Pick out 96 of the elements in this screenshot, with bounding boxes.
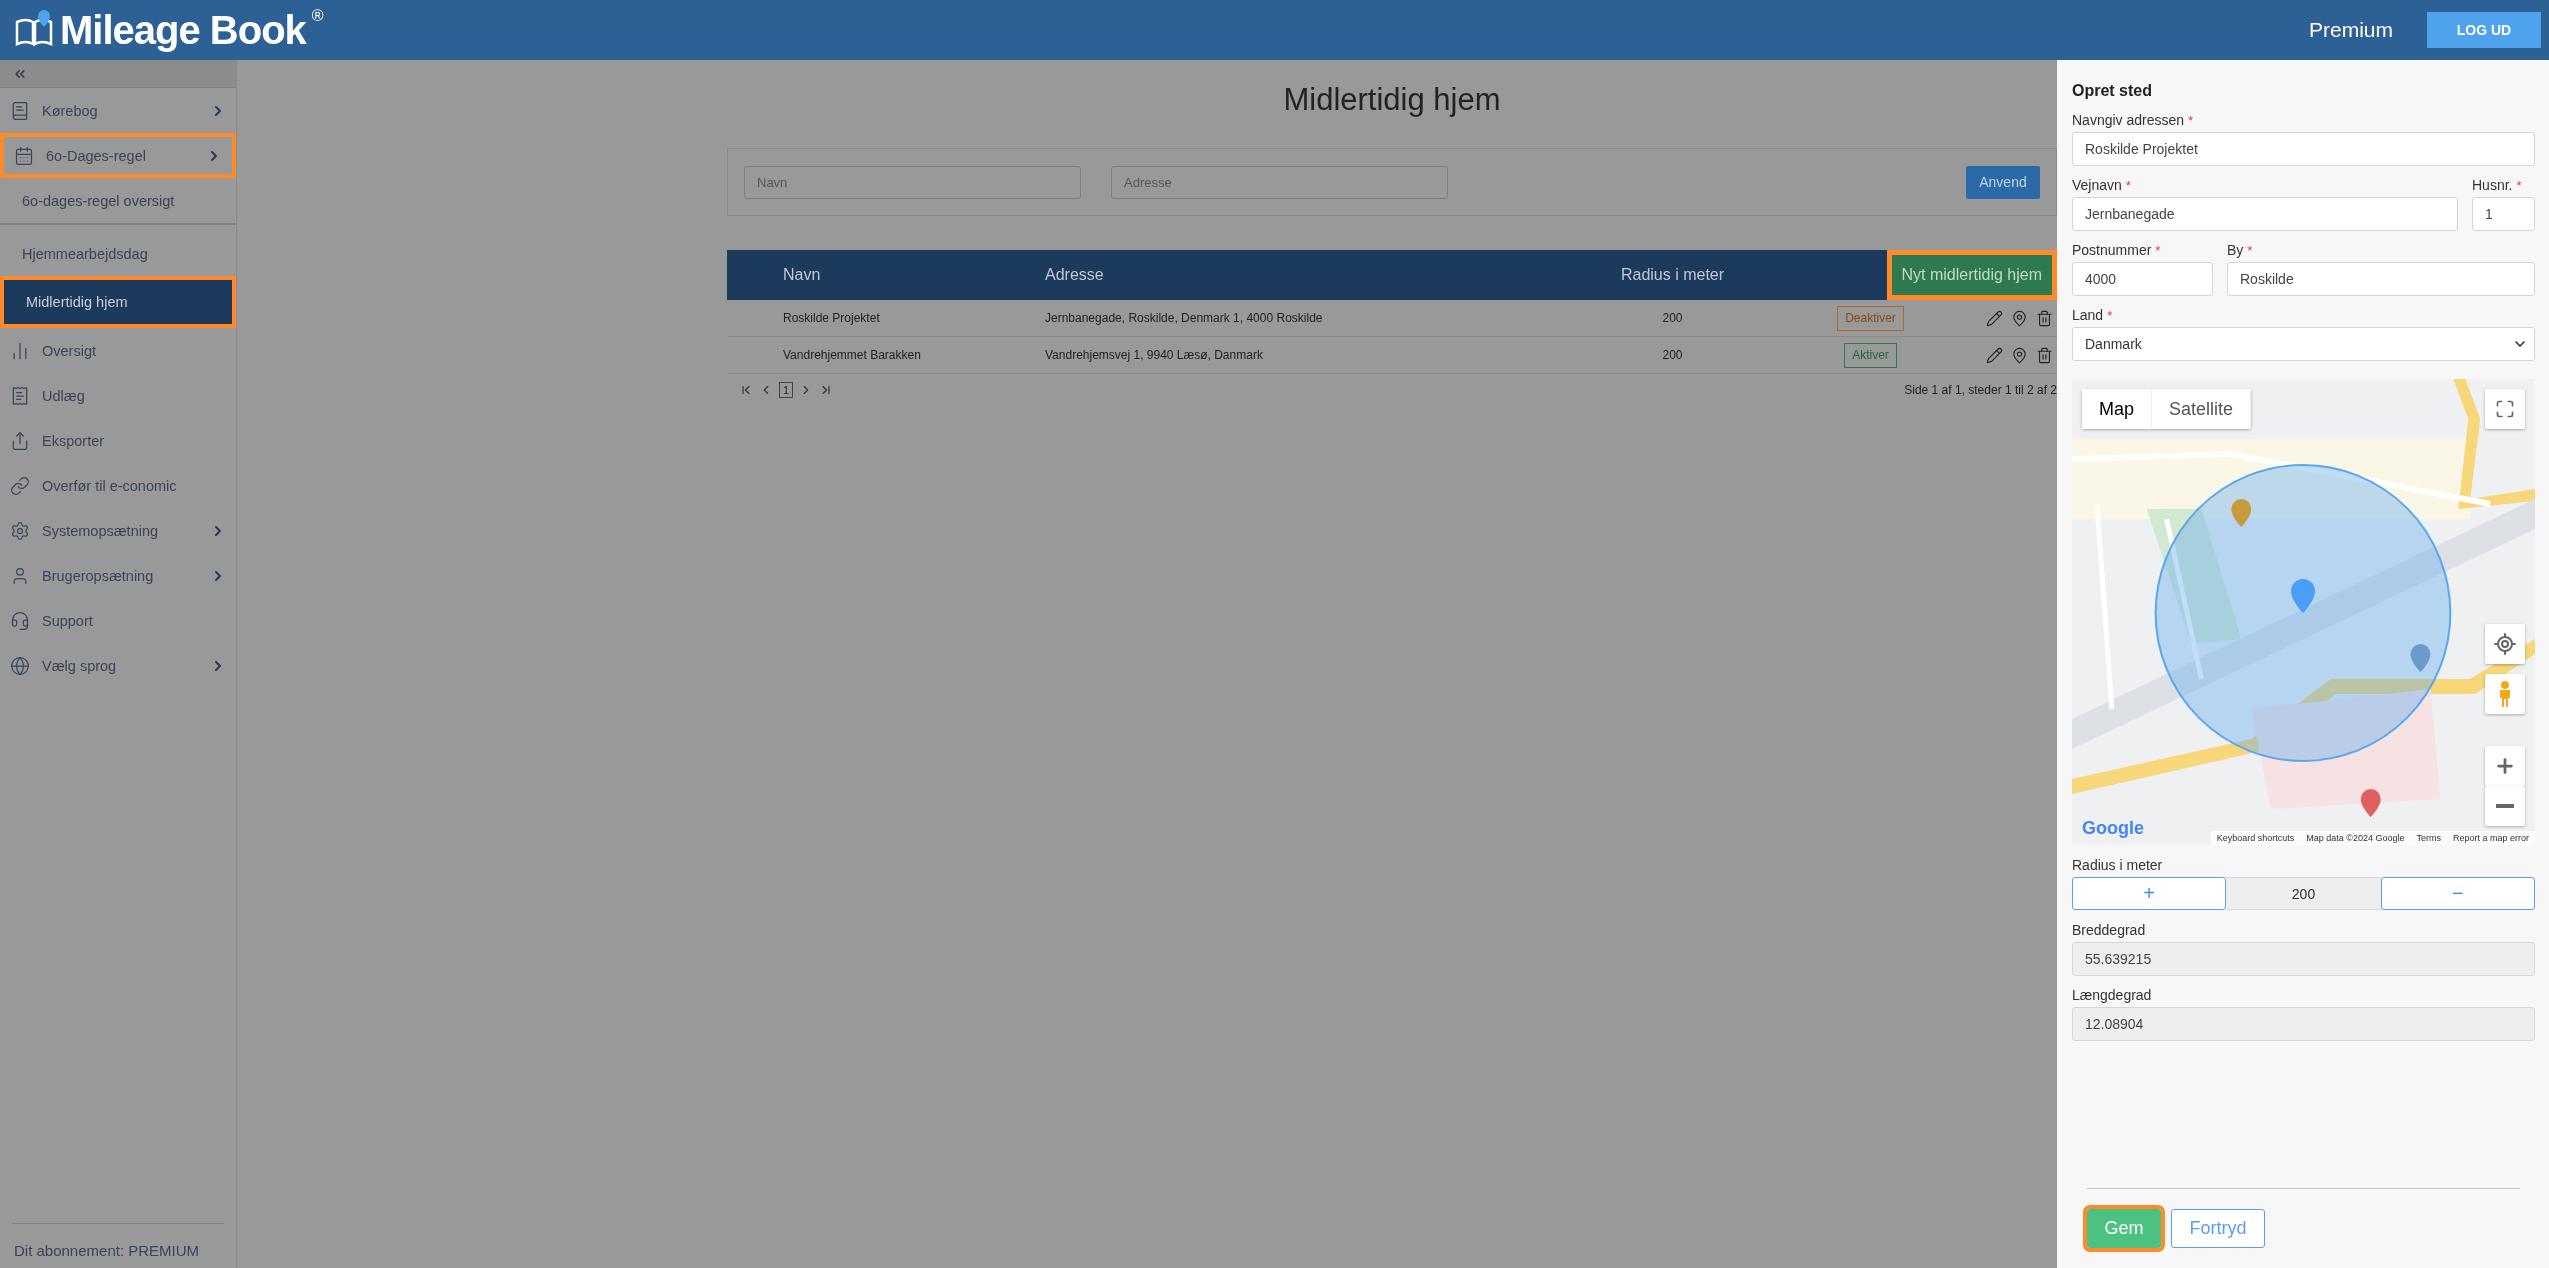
trash-icon[interactable] bbox=[2036, 346, 2053, 364]
required-mark: * bbox=[2188, 113, 2194, 128]
zoom-out-button[interactable] bbox=[2485, 786, 2525, 826]
sidebar-item[interactable]: 6o-Dages-regel bbox=[0, 133, 236, 178]
menu-icon bbox=[10, 520, 30, 541]
map-type-tab[interactable]: Satellite bbox=[2152, 389, 2252, 429]
field-label: Land * bbox=[2072, 307, 2114, 323]
subscription-text: Dit abonnement: PREMIUM bbox=[14, 1242, 200, 1259]
apply-button[interactable]: Anvend bbox=[1966, 165, 2040, 199]
plan-name: Premium bbox=[2309, 18, 2393, 42]
sidebar-item[interactable]: Vælg sprog bbox=[0, 643, 236, 688]
sidebar-item[interactable]: Support bbox=[0, 598, 236, 643]
sidebar-subitem[interactable]: Midlertidig hjem bbox=[0, 276, 236, 328]
text-field[interactable]: 12.08904 bbox=[2072, 1007, 2535, 1041]
text-field[interactable]: Roskilde bbox=[2227, 262, 2535, 296]
sidebar-item[interactable]: Udlæg bbox=[0, 373, 236, 418]
new-temporary-home-button[interactable]: Nyt midlertidig hjem bbox=[1886, 250, 2057, 300]
column-header: Navn bbox=[783, 266, 822, 284]
menu-icon bbox=[10, 100, 30, 121]
field-label: Navngiv adressen * bbox=[2072, 112, 2195, 128]
decrease-button[interactable]: − bbox=[2380, 877, 2535, 910]
text-field[interactable]: Roskilde Projektet bbox=[2072, 132, 2535, 166]
required-mark: * bbox=[2125, 178, 2131, 193]
app-logo: Mileage Book bbox=[60, 8, 306, 52]
text-field[interactable]: 4000 bbox=[2072, 262, 2213, 296]
pagination-info: Side 1 af 1, steder 1 til 2 af 2 bbox=[1904, 383, 2057, 397]
page-title: Midlertidig hjem bbox=[1282, 82, 1502, 118]
minus-icon bbox=[2496, 804, 2514, 808]
filter-field[interactable]: Navn bbox=[744, 165, 1081, 199]
required-mark: * bbox=[2155, 243, 2161, 258]
sidebar-subitem[interactable]: Hjemmearbejdsdag bbox=[0, 231, 236, 276]
map-footer-link[interactable]: Report a map error bbox=[2446, 831, 2535, 845]
crosshair-icon bbox=[2493, 632, 2517, 656]
panel-title: Opret sted bbox=[2072, 82, 2153, 100]
table-cell-text: Vandrehjemmet Barakken bbox=[783, 348, 922, 362]
required-mark: * bbox=[2516, 178, 2522, 193]
menu-icon bbox=[10, 610, 30, 631]
required-mark: * bbox=[2107, 308, 2113, 323]
sidebar-item[interactable]: Oversigt bbox=[0, 328, 236, 373]
person-figure-icon bbox=[2498, 681, 2512, 707]
fullscreen-icon bbox=[2495, 399, 2515, 419]
field-label: Vejnavn * bbox=[2072, 177, 2132, 193]
country-select[interactable]: Danmark bbox=[2072, 327, 2535, 361]
map-type-tab[interactable]: Map bbox=[2082, 389, 2152, 429]
text-field[interactable]: 55.639215 bbox=[2072, 942, 2535, 976]
table-cell-text: 200 bbox=[1661, 348, 1684, 362]
map-footer-link[interactable]: Terms bbox=[2410, 831, 2447, 845]
field-label: Radius i meter bbox=[2072, 857, 2164, 873]
menu-icon bbox=[10, 430, 30, 451]
field-label: By * bbox=[2227, 242, 2254, 258]
table-cell-text: Vandrehjemsvej 1, 9940 Læsø, Danmark bbox=[1045, 348, 1264, 362]
table-cell-text: 200 bbox=[1661, 311, 1684, 325]
field-label: Husnr. * bbox=[2472, 177, 2523, 193]
cancel-button[interactable]: Fortryd bbox=[2171, 1209, 2265, 1248]
deactivate-button[interactable]: Deaktiver bbox=[1837, 305, 1904, 331]
fullscreen-button[interactable] bbox=[2485, 389, 2525, 429]
sidebar-item[interactable]: Kørebog bbox=[0, 88, 236, 133]
column-header: Radius i meter bbox=[1619, 266, 1726, 284]
map-pin-icon[interactable] bbox=[2011, 346, 2028, 364]
sidebar-item[interactable]: Systemopsætning bbox=[0, 508, 236, 553]
menu-icon bbox=[10, 475, 30, 496]
registered-mark: ® bbox=[311, 8, 324, 24]
required-mark: * bbox=[2247, 243, 2253, 258]
activate-button[interactable]: Aktiver bbox=[1844, 342, 1897, 368]
menu-icon bbox=[14, 145, 34, 166]
book-pin-icon bbox=[14, 8, 54, 48]
zoom-in-button[interactable] bbox=[2485, 746, 2525, 786]
radius-value: 200 bbox=[2226, 877, 2381, 910]
edit-icon[interactable] bbox=[1986, 346, 2003, 364]
field-label: Breddegrad bbox=[2072, 922, 2147, 938]
sidebar-subitem[interactable]: 6o-dages-regel oversigt bbox=[0, 178, 236, 223]
map-footer-link[interactable]: Keyboard shortcuts bbox=[2210, 831, 2301, 845]
page-number[interactable]: 1 bbox=[779, 382, 794, 398]
increase-button[interactable]: + bbox=[2072, 877, 2227, 910]
filter-field[interactable]: Adresse bbox=[1111, 165, 1448, 199]
map-footer-link[interactable]: Map data ©2024 Google bbox=[2300, 831, 2411, 845]
map-pin-icon[interactable] bbox=[2011, 309, 2028, 327]
text-field[interactable]: Jernbanegade bbox=[2072, 197, 2458, 231]
plus-icon bbox=[2494, 755, 2516, 777]
logout-button[interactable]: LOG UD bbox=[2427, 12, 2541, 48]
table-cell-text: Jernbanegade, Roskilde, Denmark 1, 4000 Roskilde bbox=[1045, 311, 1324, 325]
menu-icon bbox=[10, 385, 30, 406]
column-header: Adresse bbox=[1045, 266, 1105, 284]
sidebar-item[interactable]: Overfør til e-conomic bbox=[0, 463, 236, 508]
text-field[interactable]: 1 bbox=[2472, 197, 2535, 231]
sidebar-item[interactable]: Brugeropsætning bbox=[0, 553, 236, 598]
field-label: Længdegrad bbox=[2072, 987, 2153, 1003]
edit-icon[interactable] bbox=[1986, 309, 2003, 327]
table-cell-text: Roskilde Projektet bbox=[783, 311, 881, 325]
locate-button[interactable] bbox=[2485, 624, 2525, 664]
field-label: Postnummer * bbox=[2072, 242, 2162, 258]
first-page-icon[interactable] bbox=[739, 383, 753, 397]
map-logo: Google bbox=[2082, 818, 2144, 839]
menu-icon bbox=[10, 655, 30, 676]
sidebar-item[interactable]: Eksporter bbox=[0, 418, 236, 463]
trash-icon[interactable] bbox=[2036, 309, 2053, 327]
